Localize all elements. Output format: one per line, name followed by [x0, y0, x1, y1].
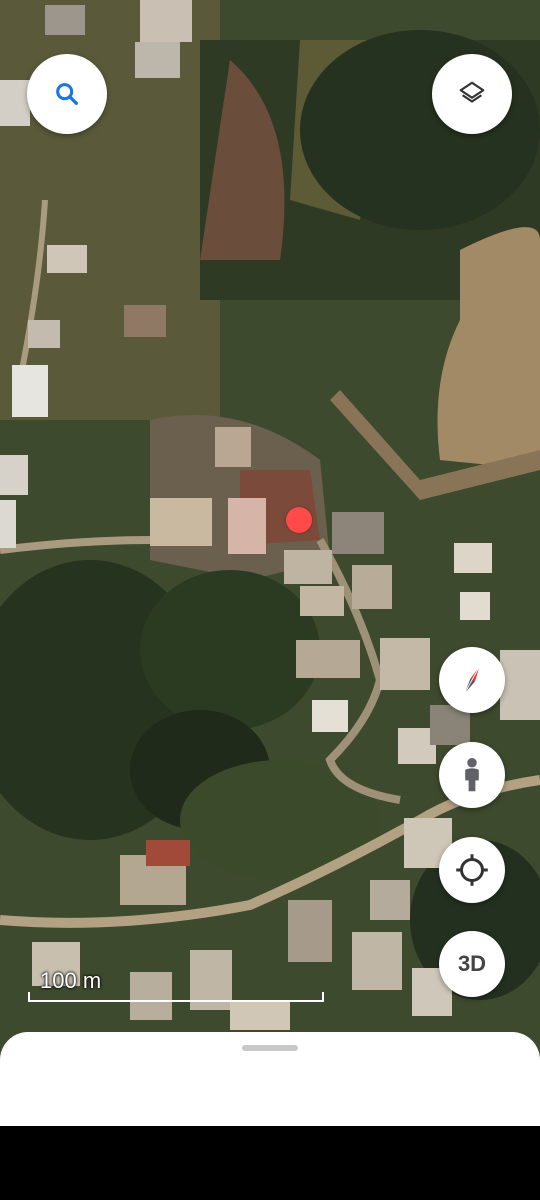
scale-label: 100 m [40, 968, 102, 993]
system-navigation-bar [0, 1126, 540, 1200]
my-location-icon [456, 854, 488, 886]
layers-icon [459, 81, 485, 103]
scale-bar: 100 m [28, 968, 324, 1002]
search-button[interactable] [27, 54, 107, 134]
compass-button[interactable] [439, 647, 505, 713]
scale-line [28, 992, 324, 1002]
layers-button[interactable] [432, 54, 512, 134]
bottom-sheet[interactable] [0, 1032, 540, 1128]
search-icon [56, 83, 78, 105]
compass-icon [464, 666, 480, 694]
sheet-drag-handle[interactable] [242, 1045, 298, 1051]
3d-label: 3D [457, 951, 487, 976]
my-location-button[interactable] [439, 837, 505, 903]
3d-button[interactable]: 3D [439, 931, 505, 997]
street-view-button[interactable] [439, 742, 505, 808]
location-pin[interactable] [286, 507, 312, 533]
pegman-icon [465, 758, 479, 792]
